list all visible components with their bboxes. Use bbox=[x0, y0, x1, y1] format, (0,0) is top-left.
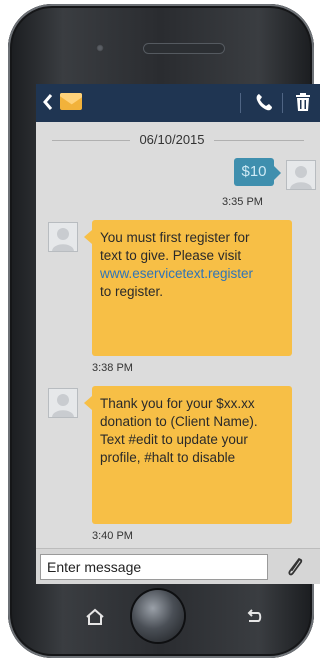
message-input[interactable] bbox=[40, 554, 268, 580]
bubble-tail bbox=[274, 166, 281, 180]
message-text-line: profile, #halt to disable bbox=[100, 450, 236, 465]
avatar bbox=[48, 388, 78, 418]
message-time: 3:35 PM bbox=[222, 196, 263, 208]
header-divider bbox=[282, 93, 283, 113]
register-link[interactable]: www.eservicetext.register bbox=[100, 265, 286, 283]
envelope-icon bbox=[60, 93, 82, 110]
avatar bbox=[286, 160, 316, 190]
outgoing-message-bubble[interactable]: $10 bbox=[234, 158, 274, 186]
phone-screen: 06/10/2015 $10 3:35 PM You must first re… bbox=[36, 84, 320, 584]
front-camera bbox=[96, 44, 104, 52]
back-icon[interactable] bbox=[240, 606, 266, 628]
bubble-tail bbox=[84, 230, 92, 244]
header-divider bbox=[240, 93, 241, 113]
message-text-line: Thank you for your $xx.xx bbox=[100, 396, 255, 411]
incoming-message-bubble[interactable]: Thank you for your $xx.xx donation to (C… bbox=[92, 386, 292, 524]
bubble-tail bbox=[84, 396, 92, 410]
date-line-left bbox=[52, 140, 130, 141]
message-text-line: You must first register for bbox=[100, 230, 250, 245]
message-time: 3:38 PM bbox=[92, 362, 133, 374]
trash-icon[interactable] bbox=[294, 92, 312, 112]
phone-icon[interactable] bbox=[254, 92, 274, 112]
message-text-line: Text #edit to update your bbox=[100, 432, 248, 447]
message-time: 3:40 PM bbox=[92, 530, 133, 542]
date-separator: 06/10/2015 bbox=[36, 132, 320, 148]
home-icon[interactable] bbox=[82, 606, 108, 628]
paperclip-icon[interactable] bbox=[280, 555, 310, 579]
message-text-line: to register. bbox=[100, 284, 164, 299]
conversation-date: 06/10/2015 bbox=[139, 132, 205, 147]
date-line-right bbox=[214, 140, 304, 141]
message-text-line: text to give. Please visit bbox=[100, 248, 242, 263]
earpiece-speaker bbox=[144, 44, 224, 53]
avatar bbox=[48, 222, 78, 252]
home-button[interactable] bbox=[132, 590, 184, 642]
app-header bbox=[36, 84, 320, 122]
chevron-left-icon[interactable] bbox=[42, 92, 54, 116]
message-text-line: donation to (Client Name). bbox=[100, 414, 258, 429]
message-composer bbox=[36, 548, 320, 584]
incoming-message-bubble[interactable]: You must first register for text to give… bbox=[92, 220, 292, 356]
